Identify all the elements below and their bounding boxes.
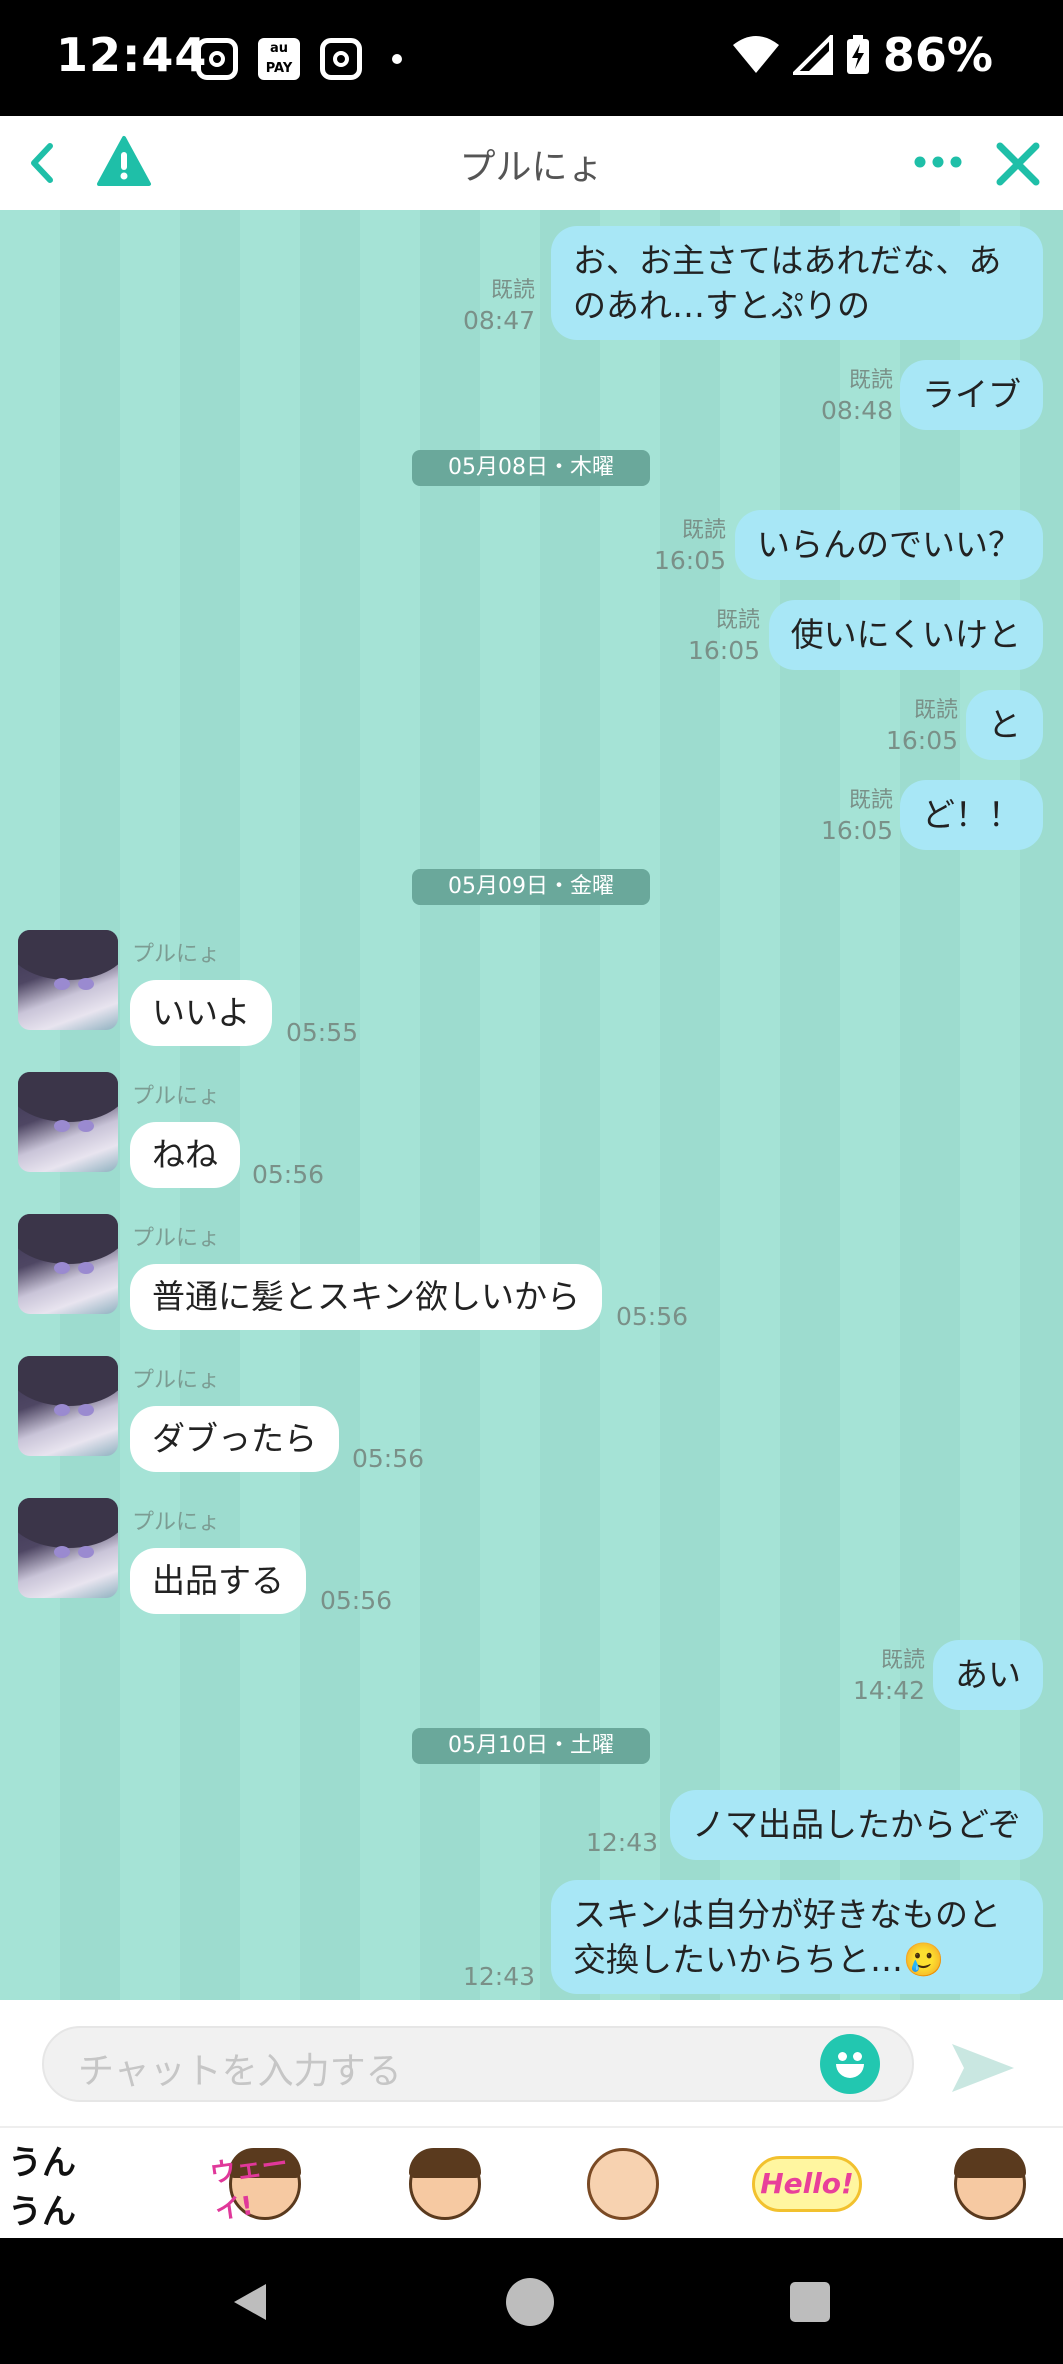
system-nav-bar <box>0 2238 1063 2364</box>
message-meta: 既読 16:05 <box>820 788 893 845</box>
dot-icon <box>392 54 402 64</box>
message-text: お、お主さてはあれだな、あ <box>573 241 1002 280</box>
message-bubble-outgoing[interactable]: お、お主さてはあれだな、あ のあれ…すとぷりの <box>551 226 1043 340</box>
message-bubble-outgoing[interactable]: ど！！ <box>900 780 1043 850</box>
message-meta: 既読 16:05 <box>687 608 760 665</box>
message-bubble-outgoing[interactable]: ノマ出品したからどぞ <box>669 1790 1043 1860</box>
chat-input-placeholder: チャットを入力する <box>78 2051 402 2092</box>
battery-charging-icon <box>846 35 869 74</box>
message-meta: 既読 16:05 <box>885 698 958 755</box>
message-time: 05:56 <box>616 1302 689 1331</box>
message-text: 普通に髪とスキン欲しいから <box>152 1277 581 1316</box>
signal-icon <box>792 35 833 75</box>
status-time: 12:44 <box>56 28 208 82</box>
message-bubble-incoming[interactable]: ダブったら <box>130 1406 339 1472</box>
aupay-icon: au PAY <box>258 38 300 80</box>
chat-input[interactable]: チャットを入力する <box>42 2026 914 2102</box>
chat-header: プルにょ <box>0 116 1063 212</box>
sender-name: プルにょ <box>132 1226 221 1251</box>
instagram-icon <box>320 38 362 80</box>
message-bubble-outgoing[interactable]: スキンは自分が好きなものと 交換したいからちと…🥲 <box>551 1880 1043 1994</box>
message-text: 交換したいからちと…🥲 <box>573 1940 945 1979</box>
message-meta: 既読 16:05 <box>653 518 726 575</box>
message-bubble-outgoing[interactable]: ライブ <box>900 360 1043 430</box>
date-divider: 05月09日・金曜 <box>412 869 650 905</box>
instagram-icon <box>196 38 238 80</box>
message-meta: 既読 08:47 <box>462 278 535 335</box>
message-text: ど！！ <box>922 795 1021 834</box>
message-bubble-outgoing[interactable]: と <box>966 690 1043 760</box>
message-text: あい <box>955 1655 1021 1694</box>
message-bubble-outgoing[interactable]: あい <box>933 1640 1043 1710</box>
sender-name: プルにょ <box>132 942 221 967</box>
message-text: ねね <box>152 1135 218 1174</box>
sticker-face <box>587 2148 659 2220</box>
chat-input-bar: チャットを入力する <box>0 2000 1063 2126</box>
peko-sticker[interactable] <box>390 2136 500 2232</box>
sender-name: プルにょ <box>132 1510 221 1535</box>
sticker-text: うん うん <box>8 2143 76 2232</box>
avatar[interactable] <box>18 1072 118 1172</box>
send-arrow-icon[interactable] <box>948 2038 1018 2098</box>
date-divider: 05月08日・木曜 <box>412 450 650 486</box>
message-meta: 既読 14:42 <box>852 1648 925 1705</box>
message-bubble-incoming[interactable]: 普通に髪とスキン欲しいから <box>130 1264 603 1330</box>
nav-back-icon[interactable] <box>228 2280 272 2324</box>
message-text: いらんのでいい？ <box>757 525 1021 564</box>
message-bubble-outgoing[interactable]: いらんのでいい？ <box>735 510 1043 580</box>
message-meta: 12:43 <box>462 1962 535 1991</box>
avatar[interactable] <box>18 930 118 1030</box>
avatar[interactable] <box>18 1356 118 1456</box>
message-bubble-incoming[interactable]: ねね <box>130 1122 240 1188</box>
date-divider: 05月10日・土曜 <box>412 1728 650 1764</box>
nav-recents-icon[interactable] <box>790 2282 830 2322</box>
sender-name: プルにょ <box>132 1368 221 1393</box>
nav-home-icon[interactable] <box>506 2278 554 2326</box>
smiley-icon[interactable] <box>820 2034 880 2094</box>
message-time: 05:56 <box>320 1586 393 1615</box>
message-text: のあれ…すとぷりの <box>573 286 870 325</box>
avatar[interactable] <box>18 1214 118 1314</box>
sender-name: プルにょ <box>132 1084 221 1109</box>
message-bubble-incoming[interactable]: いいよ <box>130 980 273 1046</box>
sticker-suggestions: うん うん ウェーイ! Hello! <box>0 2126 1063 2240</box>
wifi-icon <box>732 36 779 73</box>
unun-sticker[interactable]: うん うん <box>8 2136 118 2232</box>
sticker-text: ウェーイ! <box>208 2148 290 2227</box>
message-text: スキンは自分が好きなものと <box>573 1895 1002 1934</box>
crying-boy-sticker[interactable] <box>935 2136 1045 2232</box>
message-text: 出品する <box>152 1561 284 1600</box>
close-x-icon[interactable] <box>990 136 1046 192</box>
message-text: ライブ <box>922 375 1021 414</box>
status-bar: 12:44 au PAY 86% <box>0 0 1063 116</box>
notification-icons: au PAY <box>196 38 402 80</box>
message-text: ノマ出品したからどぞ <box>691 1805 1021 1844</box>
message-text: ダブったら <box>152 1419 317 1458</box>
battery-percent: 86% <box>882 28 993 82</box>
hello-sticker[interactable]: Hello! <box>752 2136 862 2232</box>
chat-title: プルにょ <box>459 147 604 188</box>
message-meta: 既読 08:48 <box>820 368 893 425</box>
message-meta: 12:43 <box>585 1828 658 1857</box>
avatar[interactable] <box>18 1498 118 1598</box>
system-icons: 86% <box>731 28 993 82</box>
more-dots-icon[interactable] <box>910 142 966 182</box>
sticker-text: Hello! <box>752 2156 862 2212</box>
sticker-face <box>954 2148 1026 2220</box>
sticker-face <box>409 2148 481 2220</box>
message-text: と <box>988 705 1021 744</box>
message-bubble-outgoing[interactable]: 使いにくいけと <box>768 600 1043 670</box>
message-text: 使いにくいけと <box>790 615 1021 654</box>
message-time: 05:56 <box>352 1444 425 1473</box>
message-time: 05:56 <box>252 1160 325 1189</box>
message-text: いいよ <box>152 993 251 1032</box>
chat-messages[interactable]: 既読 08:47 お、お主さてはあれだな、あ のあれ…すとぷりの 既読 08:4… <box>0 210 1063 2000</box>
message-time: 05:55 <box>286 1018 359 1047</box>
weei-sticker[interactable]: ウェーイ! <box>208 2136 320 2232</box>
dekoshi-sticker[interactable] <box>568 2136 678 2232</box>
message-bubble-incoming[interactable]: 出品する <box>130 1548 306 1614</box>
